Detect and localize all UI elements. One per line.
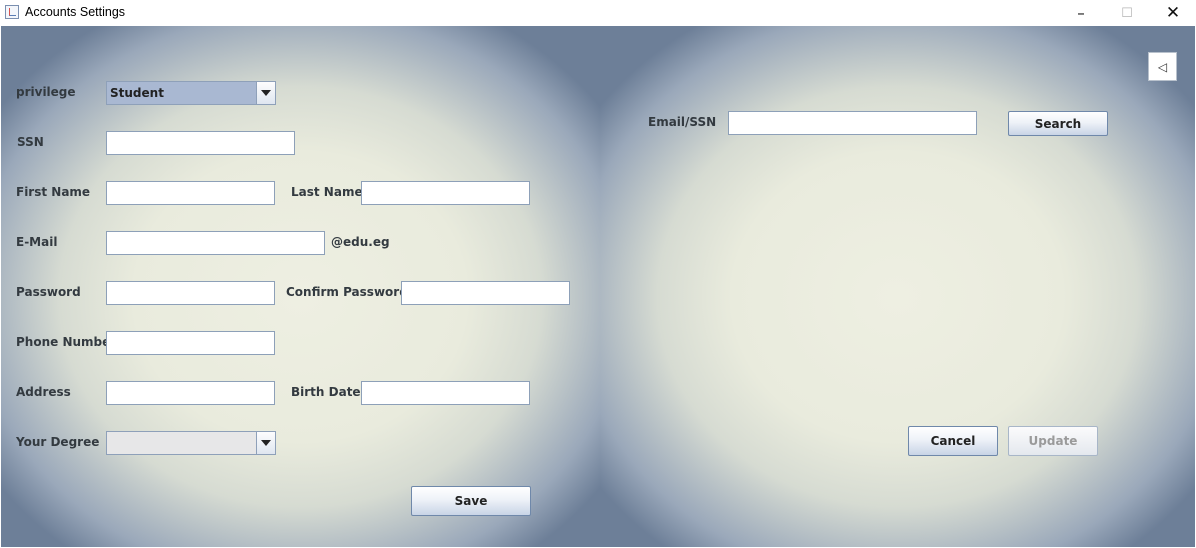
ssn-field[interactable] [106, 131, 295, 155]
email-ssn-search-field[interactable] [728, 111, 977, 135]
cancel-button[interactable]: Cancel [908, 426, 998, 456]
email-label: E-Mail [16, 235, 58, 249]
email-domain-suffix: @edu.eg [331, 235, 390, 249]
privilege-combo[interactable]: Student [106, 81, 276, 105]
save-button[interactable]: Save [411, 486, 531, 516]
update-button[interactable]: Update [1008, 426, 1098, 456]
birth-date-field[interactable] [361, 381, 530, 405]
collapse-panel-button[interactable]: ◁ [1148, 52, 1177, 81]
ssn-label: SSN [17, 135, 44, 149]
last-name-label: Last Name [291, 185, 363, 199]
email-field[interactable] [106, 231, 325, 255]
window-title: Accounts Settings [25, 5, 126, 19]
address-field[interactable] [106, 381, 275, 405]
java-app-icon [5, 5, 19, 19]
password-label: Password [16, 285, 81, 299]
account-form-panel: privilege Student SSN First Name Last Na… [1, 26, 600, 547]
first-name-label: First Name [16, 185, 91, 199]
minimize-button[interactable]: – [1058, 0, 1104, 26]
chevron-down-icon[interactable] [256, 82, 275, 104]
phone-number-field[interactable] [106, 331, 275, 355]
privilege-label: privilege [16, 85, 76, 99]
degree-combo-value [107, 432, 256, 454]
birth-date-label: Birth Date [291, 385, 361, 399]
privilege-combo-value: Student [110, 86, 164, 100]
chevron-down-icon[interactable] [256, 432, 275, 454]
maximize-button[interactable]: ☐ [1104, 0, 1150, 26]
first-name-field[interactable] [106, 181, 275, 205]
last-name-field[interactable] [361, 181, 530, 205]
degree-combo[interactable] [106, 431, 276, 455]
address-label: Address [16, 385, 71, 399]
degree-label: Your Degree [16, 435, 100, 449]
close-button[interactable]: ✕ [1150, 0, 1196, 26]
confirm-password-field[interactable] [401, 281, 570, 305]
title-bar: Accounts Settings – ☐ ✕ [0, 0, 1196, 26]
email-ssn-label: Email/SSN [648, 115, 717, 129]
phone-number-label: Phone Number [16, 335, 117, 349]
account-search-panel: ◁ Email/SSN Search Cancel Update [600, 26, 1195, 547]
password-field[interactable] [106, 281, 275, 305]
confirm-password-label: Confirm Password [286, 285, 408, 299]
search-button[interactable]: Search [1008, 111, 1108, 136]
triangle-left-icon: ◁ [1157, 59, 1168, 74]
